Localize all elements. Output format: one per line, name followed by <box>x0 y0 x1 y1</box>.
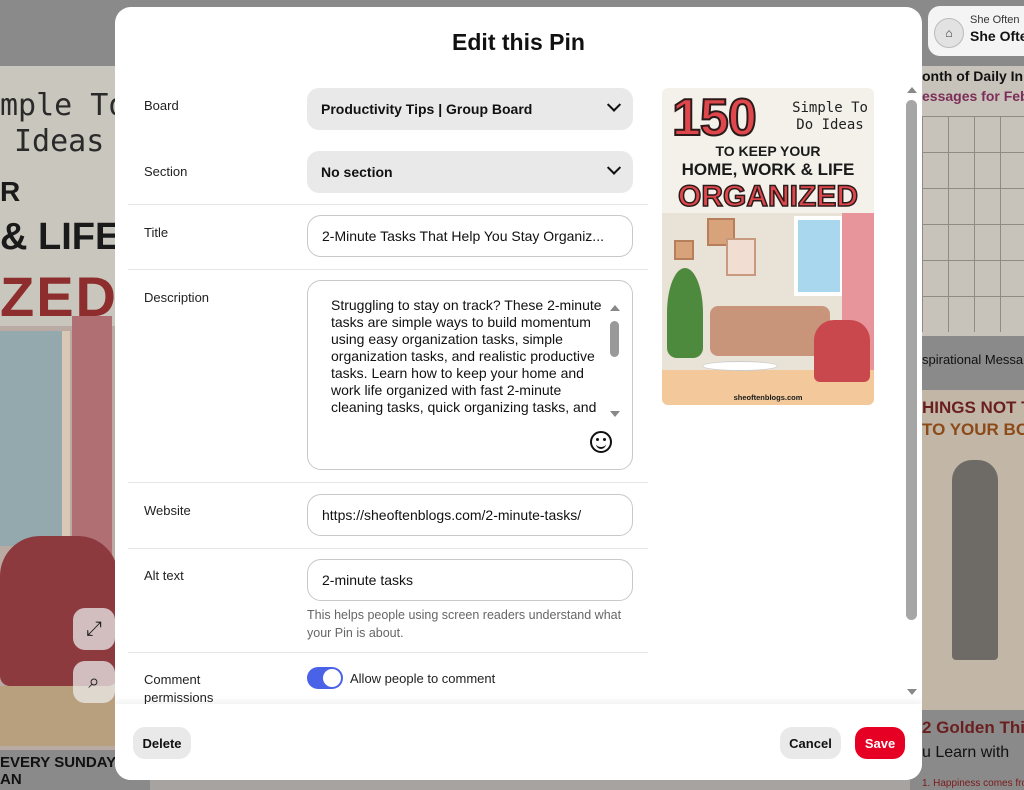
modal-footer: Delete Cancel Save <box>115 704 922 780</box>
bg-boss-title: HINGS NOT T <box>922 398 1024 417</box>
alt-text-label: Alt text <box>144 568 184 583</box>
scroll-up-icon[interactable] <box>610 305 620 311</box>
modal-scrollbar[interactable] <box>906 100 917 620</box>
expand-icon[interactable]: ⤢ <box>73 608 115 650</box>
modal-title: Edit this Pin <box>452 29 585 55</box>
scroll-down-icon[interactable] <box>907 689 917 695</box>
profile-name: She Ofte <box>970 28 1024 44</box>
delete-button[interactable]: Delete <box>133 727 191 759</box>
profile-card[interactable]: ⌂ She Often She Ofte <box>928 6 1024 56</box>
profile-name-small: She Often <box>970 14 1020 26</box>
description-textarea[interactable]: Struggling to stay on track? These 2-min… <box>307 280 633 470</box>
bg-text-line: mple To <box>0 88 118 123</box>
description-value: Struggling to stay on track? These 2-min… <box>331 297 602 415</box>
bg-golden-line: 1. Happiness comes from within <box>922 778 1024 789</box>
avatar: ⌂ <box>934 18 964 48</box>
divider <box>128 204 648 205</box>
bg-cal-title: onth of Daily In <box>922 68 1024 84</box>
bg-calendar-pin: onth of Daily In essages for Feb <box>922 66 1024 336</box>
visual-search-icon[interactable]: ⌕ <box>73 661 115 703</box>
preview-table <box>702 361 778 371</box>
board-select[interactable]: Productivity Tips | Group Board <box>307 88 633 130</box>
preview-simple: Simple To Do Ideas <box>792 100 868 133</box>
section-label: Section <box>144 164 188 179</box>
bg-bottom-text-line: EVERY SUNDAY AN OUR LIFE GET EASIER <box>0 754 116 790</box>
board-label: Board <box>144 98 179 113</box>
description-label: Description <box>144 290 210 305</box>
bg-figure <box>952 460 998 660</box>
alt-text-input[interactable]: 2-minute tasks <box>307 559 633 601</box>
title-label: Title <box>144 225 169 240</box>
chevron-down-icon <box>606 160 622 175</box>
alt-text-value: 2-minute tasks <box>322 572 414 588</box>
comment-permissions-label: Comment permissions <box>144 672 214 705</box>
bg-cal-grid <box>922 116 1024 332</box>
preview-home: HOME, WORK & LIFE <box>681 160 855 179</box>
preview-chair <box>814 320 870 382</box>
bg-bottom-text: EVERY SUNDAY AN OUR LIFE GET EASIER <box>0 754 118 790</box>
edit-pin-modal: Edit this Pin Board Productivity Tips | … <box>115 7 922 780</box>
bg-text-line: R <box>0 176 21 207</box>
bg-pin-caption: spirational Messa <box>922 352 1024 367</box>
title-input[interactable]: 2-Minute Tasks That Help You Stay Organi… <box>307 215 633 257</box>
allow-comments-label: Allow people to comment <box>350 671 496 686</box>
title-value: 2-Minute Tasks That Help You Stay Organi… <box>322 228 604 244</box>
preview-window <box>794 216 844 296</box>
board-value: Productivity Tips | Group Board <box>321 101 533 117</box>
preview-number: 150 <box>671 88 758 148</box>
emoji-icon[interactable] <box>590 431 612 453</box>
preview-frame <box>674 240 694 260</box>
section-select[interactable]: No section <box>307 151 633 193</box>
scroll-up-icon[interactable] <box>907 87 917 93</box>
website-label: Website <box>144 503 191 518</box>
divider <box>128 269 648 270</box>
divider <box>128 482 648 483</box>
section-value: No section <box>321 164 393 180</box>
chevron-down-icon <box>606 97 622 112</box>
preview-frame <box>726 238 756 276</box>
pin-image-preview: 150 Simple To Do Ideas TO KEEP YOUR HOME… <box>662 88 874 405</box>
cancel-button[interactable]: Cancel <box>780 727 841 759</box>
website-value: https://sheoftenblogs.com/2-minute-tasks… <box>322 507 582 523</box>
bg-golden-title: 2 Golden Thi <box>922 718 1024 737</box>
divider <box>128 652 648 653</box>
save-button[interactable]: Save <box>855 727 905 759</box>
alt-text-helper: This helps people using screen readers u… <box>307 608 622 640</box>
preview-organized: ORGANIZED <box>677 179 859 214</box>
website-input[interactable]: https://sheoftenblogs.com/2-minute-tasks… <box>307 494 633 536</box>
preview-sofa <box>710 306 830 356</box>
bg-text-line: & LIFE <box>0 216 118 258</box>
bg-golden-sub: u Learn with <box>922 744 1010 761</box>
divider <box>128 548 648 549</box>
bg-bottom-strip <box>150 780 910 790</box>
preview-plant <box>667 268 703 358</box>
scroll-down-icon[interactable] <box>610 411 620 417</box>
bg-boss-pin: HINGS NOT T TO YOUR BOS <box>922 390 1024 710</box>
bg-text-line: Ideas <box>14 124 105 159</box>
preview-keep: TO KEEP YOUR <box>715 143 821 159</box>
bg-cal-title2: essages for Feb <box>922 88 1024 104</box>
bg-boss-title2: TO YOUR BOS <box>922 420 1024 439</box>
textarea-scrollbar[interactable] <box>610 321 619 357</box>
bg-window <box>0 331 70 546</box>
allow-comments-toggle[interactable] <box>307 667 343 689</box>
background-pins-right: ⌂ She Often She Ofte onth of Daily In es… <box>922 0 1024 790</box>
preview-url: sheoftenblogs.com <box>733 393 803 402</box>
